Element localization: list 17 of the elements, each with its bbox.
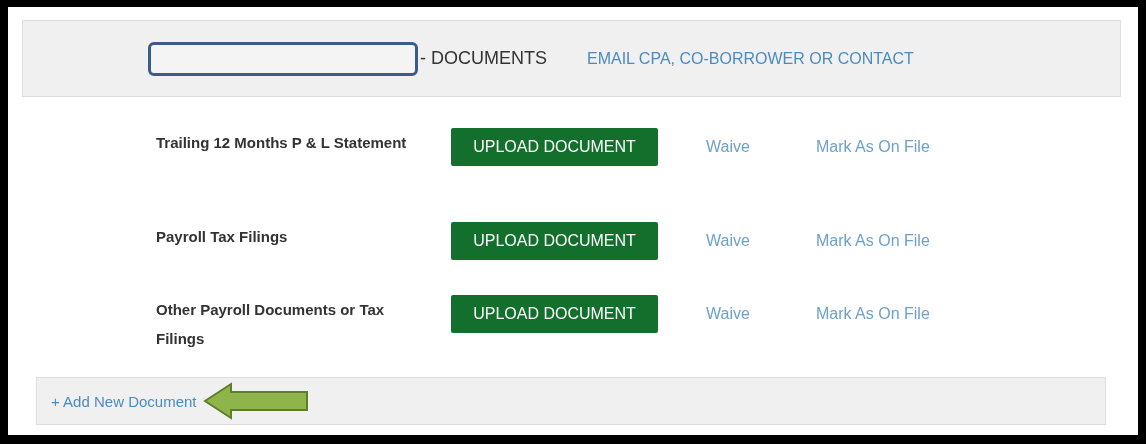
waive-link[interactable]: Waive bbox=[706, 301, 816, 327]
mark-on-file-link[interactable]: Mark As On File bbox=[816, 228, 930, 254]
name-field[interactable] bbox=[148, 41, 418, 76]
upload-button[interactable]: UPLOAD DOCUMENT bbox=[451, 128, 658, 166]
email-link[interactable]: EMAIL CPA, CO-BORROWER OR CONTACT bbox=[587, 49, 914, 68]
upload-button[interactable]: UPLOAD DOCUMENT bbox=[451, 222, 658, 260]
arrow-icon bbox=[202, 381, 311, 421]
document-name: Payroll Tax Filings bbox=[156, 227, 289, 247]
document-name: Other Payroll Documents or Tax Filings bbox=[156, 300, 386, 349]
waive-link[interactable]: Waive bbox=[706, 228, 816, 254]
document-name: Trailing 12 Months P & L Statement bbox=[156, 133, 408, 153]
waive-link[interactable]: Waive bbox=[706, 134, 816, 160]
mark-on-file-link[interactable]: Mark As On File bbox=[816, 301, 930, 327]
add-document-link[interactable]: + Add New Document bbox=[51, 392, 197, 410]
section-title: - DOCUMENTS bbox=[420, 48, 547, 69]
mark-on-file-link[interactable]: Mark As On File bbox=[816, 134, 930, 160]
upload-button[interactable]: UPLOAD DOCUMENT bbox=[451, 295, 658, 333]
